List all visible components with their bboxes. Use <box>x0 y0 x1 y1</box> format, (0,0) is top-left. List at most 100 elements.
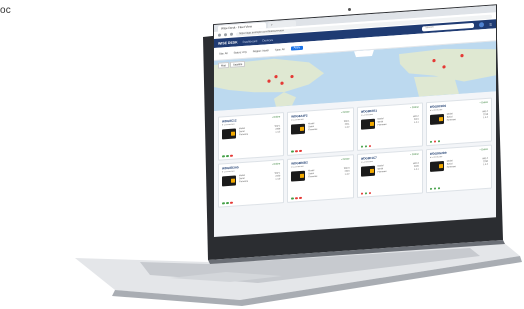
status-ok-icon[interactable] <box>433 186 437 190</box>
card-body: Model WD-3 Serial 2226 Firmware 1.4.1 <box>360 162 419 177</box>
status-ok-icon[interactable] <box>291 149 294 153</box>
filter-region[interactable]: Region: North <box>253 49 269 53</box>
device-image <box>291 123 306 135</box>
status-badge: • Online <box>410 152 419 157</box>
field-value: 1.4.2 <box>344 173 350 176</box>
field-label: Firmware <box>446 118 456 122</box>
card-fields: Model WD-3 Serial 2223 Firmware 1.4.2 <box>308 167 349 180</box>
filter-site[interactable]: Site: All <box>219 52 228 56</box>
status-badge: • Online <box>341 110 350 115</box>
status-ok-icon[interactable] <box>222 154 225 158</box>
card-body: Model WD-2 Serial 2218 Firmware 1.4.2 <box>429 110 488 125</box>
field-label: Firmware <box>308 175 318 179</box>
field-value: 1.4.1 <box>413 168 419 171</box>
card-fields: Model WD-1 Serial 2211 Firmware 1.4.2 <box>308 120 349 133</box>
filter-status[interactable]: Status: Any <box>234 50 247 54</box>
field-label: Firmware <box>308 128 318 132</box>
status-ok-icon[interactable] <box>226 201 229 205</box>
device-image <box>360 118 375 130</box>
screen: Wise Desk - Fleet View + https://app.exa… <box>214 5 496 237</box>
field-value: 1.4.2 <box>344 126 350 129</box>
status-ok-icon[interactable] <box>437 186 441 190</box>
forward-icon[interactable] <box>224 33 227 37</box>
status-ok-icon[interactable] <box>360 145 363 148</box>
status-alert-icon[interactable] <box>230 201 233 204</box>
status-alert-icon[interactable] <box>299 149 302 153</box>
field-value: 1.4.2 <box>483 163 488 167</box>
status-badge: • Online <box>271 115 281 119</box>
card-body: Model WD-2 Serial 2230 Firmware 1.4.2 <box>429 157 488 172</box>
card-actions <box>222 154 233 158</box>
card-body: Model WD-2 Serial 2215 Firmware 1.4.1 <box>360 115 419 130</box>
reload-icon[interactable] <box>230 32 233 36</box>
status-alert-icon[interactable] <box>295 196 298 200</box>
status-alert-icon[interactable] <box>230 154 233 157</box>
device-card[interactable]: WDG8C9D0 • Online ● Connected Model WD-2 Seri… <box>425 97 492 147</box>
field-value: 1.4.0 <box>275 178 281 181</box>
device-image <box>222 174 236 186</box>
africa-land <box>414 76 459 97</box>
webcam <box>348 8 351 11</box>
card-actions <box>429 186 441 190</box>
status-ok-icon[interactable] <box>429 140 433 143</box>
laptop-scene: oc Wise Desk - Fleet View + https://app.… <box>0 0 524 309</box>
nav-item-devices[interactable]: Devices <box>262 37 273 42</box>
menu-icon[interactable]: ☰ <box>489 22 492 26</box>
status-badge: • Online <box>479 147 488 152</box>
status-ok-icon[interactable] <box>364 191 367 195</box>
card-actions <box>429 139 441 143</box>
back-icon[interactable] <box>218 33 221 37</box>
nav-item-dashboard[interactable]: Dashboard <box>243 38 258 43</box>
filter-type[interactable]: Type: All <box>275 48 285 52</box>
status-alert-icon[interactable] <box>299 196 302 200</box>
status-badge: • Online <box>271 162 281 166</box>
device-card[interactable]: WDG8A4F2 • Online ● Connected Model WD-1 Seri… <box>287 107 354 156</box>
map-toggle-map[interactable]: Map <box>218 61 230 69</box>
status-alert-icon[interactable] <box>360 192 363 195</box>
card-fields: Model WD-2 Serial 2215 Firmware 1.4.1 <box>378 115 419 128</box>
card-actions <box>291 196 302 200</box>
status-badge: • Online <box>479 100 488 105</box>
card-actions <box>360 191 371 195</box>
card-body: Model WD-1 Serial 2220 Firmware 1.4.0 <box>222 172 280 186</box>
status-ok-icon[interactable] <box>226 154 229 158</box>
map-toggle-satellite[interactable]: Satellite <box>230 60 246 68</box>
app-logo[interactable]: WISE DESK <box>218 40 238 45</box>
status-ok-icon[interactable] <box>429 187 433 190</box>
field-label: Firmware <box>377 170 387 174</box>
card-body: Model WD-3 Serial 2223 Firmware 1.4.2 <box>291 167 350 182</box>
field-value: 1.4.2 <box>275 131 281 134</box>
apply-filter-button[interactable]: Apply <box>290 45 304 51</box>
card-actions <box>222 201 233 205</box>
status-alert-icon[interactable] <box>368 144 371 148</box>
device-card[interactable]: WDG8C12 • Online ● Connected Model WD-1 Seria… <box>218 112 285 161</box>
card-fields: Model WD-3 Serial 2226 Firmware 1.4.1 <box>378 162 419 175</box>
device-image <box>360 165 375 177</box>
device-card[interactable]: WDG8G2D9 • Online ● Connected Model WD-2 Seri… <box>425 144 492 194</box>
status-ok-icon[interactable] <box>364 144 367 148</box>
avatar[interactable] <box>479 22 485 28</box>
card-body: Model WD-1 Serial 2209 Firmware 1.4.2 <box>222 125 280 139</box>
status-badge: • Online <box>410 105 419 110</box>
field-label: Firmware <box>239 133 249 137</box>
card-fields: Model WD-2 Serial 2230 Firmware 1.4.2 <box>447 157 488 170</box>
status-alert-icon[interactable] <box>295 149 298 153</box>
card-actions <box>291 149 302 153</box>
device-image <box>429 160 444 172</box>
card-body: Model WD-1 Serial 2211 Firmware 1.4.2 <box>291 120 350 135</box>
device-card[interactable]: WDG8B7E1 • Online ● Connected Model WD-2 Seri… <box>356 102 423 152</box>
device-image <box>222 127 236 139</box>
device-card[interactable]: WDG8F1C7 • Online ● Connected Model WD-3 Seri… <box>356 149 423 199</box>
status-alert-icon[interactable] <box>368 191 371 195</box>
status-ok-icon[interactable] <box>291 196 294 200</box>
device-image <box>291 170 306 182</box>
device-image <box>429 113 444 125</box>
card-actions <box>360 144 371 148</box>
field-value: 1.4.1 <box>413 121 419 124</box>
card-fields: Model WD-1 Serial 2220 Firmware 1.4.0 <box>239 172 280 185</box>
status-alert-icon[interactable] <box>433 139 437 143</box>
status-ok-icon[interactable] <box>437 139 441 143</box>
device-card[interactable]: WDG8E6B2 • Online ● Connected Model WD-3 Seri… <box>287 154 354 203</box>
status-ok-icon[interactable] <box>222 201 225 205</box>
device-card[interactable]: WDG8D3A5 • Online ● Connected Model WD-1 Seri… <box>218 159 285 208</box>
